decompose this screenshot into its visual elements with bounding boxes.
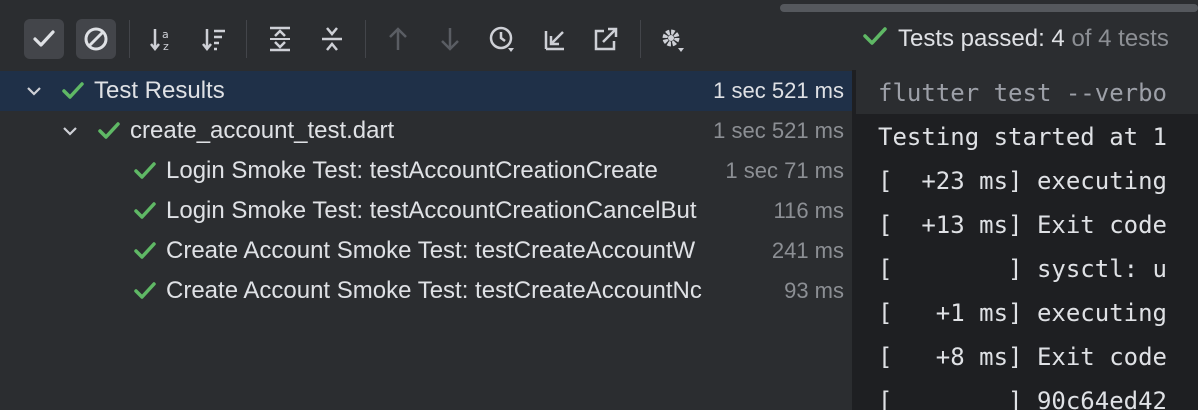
tree-row-duration: 1 sec 71 ms — [721, 158, 844, 184]
expand-all-icon — [270, 26, 290, 52]
passed-check-icon — [132, 278, 158, 304]
tree-row-duration: 1 sec 521 ms — [709, 118, 844, 144]
passed-check-icon — [96, 118, 122, 144]
sort-by-duration-button[interactable] — [194, 19, 234, 59]
console-line: [ ] 90c64ed42 — [878, 387, 1167, 410]
console-output[interactable]: flutter test --verbo Testing started at … — [856, 70, 1198, 410]
arrow-up-icon — [389, 27, 407, 50]
expand-all-button[interactable] — [260, 19, 300, 59]
export-results-button[interactable] — [586, 19, 626, 59]
chevron-down-icon[interactable] — [22, 79, 46, 103]
tree-row-test-results[interactable]: Test Results 1 sec 521 ms — [0, 71, 852, 111]
passed-check-icon — [60, 78, 86, 104]
settings-button[interactable] — [652, 19, 692, 59]
console-line: [ +1 ms] executing — [878, 299, 1167, 327]
sort-duration-icon — [202, 29, 225, 52]
previous-failed-button[interactable] — [378, 19, 418, 59]
passed-check-icon — [132, 198, 158, 224]
toolbar-separator — [129, 20, 130, 58]
tree-row-test[interactable]: Login Smoke Test: testAccountCreationCan… — [0, 191, 852, 231]
toolbar-separator — [246, 20, 247, 58]
toolbar-separator — [640, 20, 641, 58]
console-line: [ +8 ms] Exit code — [878, 343, 1167, 371]
tree-row-label: Login Smoke Test: testAccountCreationCre… — [166, 157, 658, 184]
history-icon — [489, 26, 514, 52]
console-line: [ +13 ms] Exit code — [878, 211, 1167, 239]
chevron-down-icon[interactable] — [58, 119, 82, 143]
toolbar-separator — [365, 20, 366, 58]
test-history-button[interactable] — [482, 19, 522, 59]
console-line: Testing started at 1 — [878, 123, 1167, 151]
tree-row-label: Login Smoke Test: testAccountCreationCan… — [166, 197, 697, 224]
sort-az-icon: a z — [150, 28, 169, 53]
import-icon — [544, 31, 564, 51]
tree-row-test-file[interactable]: create_account_test.dart 1 sec 521 ms — [0, 111, 852, 151]
tree-row-label: Test Results — [94, 77, 225, 104]
tree-row-label: Create Account Smoke Test: testCreateAcc… — [166, 237, 696, 264]
tree-row-test[interactable]: Login Smoke Test: testAccountCreationCre… — [0, 151, 852, 191]
tree-row-test[interactable]: Create Account Smoke Test: testCreateAcc… — [0, 271, 852, 311]
export-icon — [594, 27, 618, 51]
passed-check-icon — [862, 23, 888, 56]
svg-text:z: z — [163, 40, 169, 53]
tree-row-duration: 93 ms — [780, 278, 844, 304]
test-results-tree: Test Results 1 sec 521 ms create_account… — [0, 70, 852, 410]
passed-check-icon — [132, 158, 158, 184]
passed-count: 4 — [1051, 25, 1065, 52]
tests-status: Tests passed: 4 of 4 tests — [862, 24, 1169, 54]
test-runner-toolbar: a z Tests passed: 4 of 4 tests — [0, 0, 1198, 70]
tree-row-test[interactable]: Create Account Smoke Test: testCreateAcc… — [0, 231, 852, 271]
tree-row-duration: 1 sec 521 ms — [709, 78, 844, 104]
status-prefix: Tests passed: — [898, 25, 1052, 52]
tree-row-duration: 241 ms — [767, 238, 844, 264]
sort-alphabetically-button[interactable]: a z — [142, 19, 182, 59]
passed-check-icon — [132, 238, 158, 264]
show-passed-button[interactable] — [24, 19, 64, 59]
collapse-all-button[interactable] — [312, 19, 352, 59]
console-line: [ ] sysctl: u — [878, 255, 1167, 283]
next-failed-button[interactable] — [430, 19, 470, 59]
ban-icon — [84, 27, 108, 51]
arrow-down-icon — [441, 28, 459, 51]
console-command-line: flutter test --verbo — [878, 79, 1167, 107]
collapse-all-icon — [322, 27, 342, 51]
status-suffix: of 4 tests — [1064, 25, 1169, 52]
gear-icon — [662, 29, 684, 52]
horizontal-scrollbar[interactable] — [780, 4, 1198, 12]
check-icon — [33, 30, 55, 47]
console-line: [ +23 ms] executing — [878, 167, 1167, 195]
tree-row-label: Create Account Smoke Test: testCreateAcc… — [166, 277, 702, 304]
tree-row-label: create_account_test.dart — [130, 117, 395, 144]
import-tests-button[interactable] — [534, 19, 574, 59]
tree-row-duration: 116 ms — [769, 198, 844, 224]
show-ignored-button[interactable] — [76, 19, 116, 59]
